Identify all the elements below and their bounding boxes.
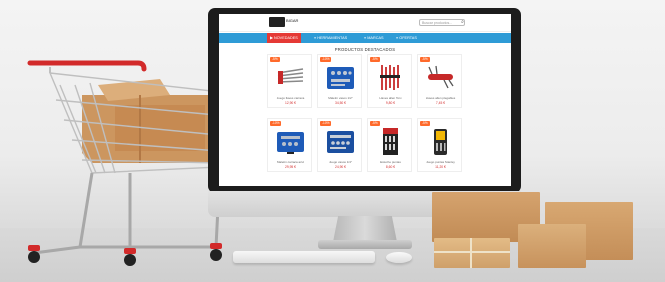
nav-item-marcas[interactable]: ≡ MARCAS xyxy=(361,33,387,43)
product-card[interactable]: -5% Estuche puntas 8,60 € xyxy=(367,118,412,172)
product-price: 7,45 € xyxy=(435,101,446,105)
product-price: 11,20 € xyxy=(435,165,446,169)
product-name: Llaves allen Torx xyxy=(379,96,402,100)
blue-socket-case-icon xyxy=(327,67,354,89)
product-card[interactable]: -5% Juego llaves carraca 12,90 € xyxy=(267,54,312,108)
shop-logo-text: BIGAR xyxy=(286,18,299,23)
product-price: 12,90 € xyxy=(285,101,296,105)
nav-item-herramientas[interactable]: ≡ HERRAMIENTAS xyxy=(311,33,350,43)
search-icon[interactable]: ⌕ xyxy=(459,19,466,26)
product-name: Estuche puntas xyxy=(380,160,401,164)
product-price: 9,80 € xyxy=(385,101,396,105)
ecommerce-scene: BIGAR Buscar productos... ⌕ ▶ NOVEDADES … xyxy=(0,0,665,282)
product-card[interactable]: -5% Llaves allen plegables 7,45 € xyxy=(417,54,462,108)
wrapped-parcel-icon xyxy=(434,238,510,268)
bit-set-card-icon xyxy=(383,128,398,155)
blue-toolbox-icon xyxy=(277,132,304,154)
section-title: PRODUCTOS DESTACADOS xyxy=(334,47,396,52)
ratchet-wrench-set-icon xyxy=(277,68,304,84)
product-card[interactable]: -10% Juego vasos 1/4" 24,90 € xyxy=(317,118,362,172)
red-hex-key-set-icon xyxy=(380,65,400,90)
product-card[interactable]: -5% Llaves allen Torx 9,80 € xyxy=(367,54,412,108)
cardboard-box-icon xyxy=(518,224,586,268)
product-price: 24,90 € xyxy=(335,165,346,169)
mouse-icon xyxy=(386,252,412,263)
site-header: BIGAR Buscar productos... ⌕ xyxy=(219,14,511,32)
product-card[interactable]: -5% Juego puntas Stanley 11,20 € xyxy=(417,118,462,172)
main-nav: ▶ NOVEDADES ≡ HERRAMIENTAS ≡ MARCAS ≡ OF… xyxy=(219,33,511,43)
product-name: Juego puntas Stanley xyxy=(426,160,455,164)
product-card[interactable]: -10% Maletín vasos 1/2" 34,50 € xyxy=(317,54,362,108)
nav-item-ofertas[interactable]: ≡ OFERTAS xyxy=(393,33,420,43)
keyboard-icon xyxy=(233,251,375,263)
shopping-cart-icon xyxy=(27,60,222,266)
product-card[interactable]: -10% Maletín carraca azul 29,95 € xyxy=(267,118,312,172)
monitor-stand xyxy=(333,216,397,242)
product-price: 29,95 € xyxy=(285,165,296,169)
product-name: Juego llaves carraca xyxy=(276,96,305,100)
nav-item-novedades[interactable]: ▶ NOVEDADES xyxy=(267,33,301,43)
folding-hex-keys-icon xyxy=(428,65,454,89)
shop-logo-icon[interactable] xyxy=(269,17,285,27)
product-name: Llaves allen plegables xyxy=(425,96,456,100)
product-price: 8,60 € xyxy=(385,165,396,169)
monitor-screen: BIGAR Buscar productos... ⌕ ▶ NOVEDADES … xyxy=(219,14,511,186)
monitor-stand-base xyxy=(318,240,412,249)
bit-holder-set-icon xyxy=(434,129,447,155)
product-name: Juego vasos 1/4" xyxy=(329,160,352,164)
product-price: 34,50 € xyxy=(335,101,346,105)
product-name: Maletín vasos 1/2" xyxy=(328,96,353,100)
open-socket-case-icon xyxy=(327,131,354,153)
product-name: Maletín carraca azul xyxy=(276,160,304,164)
